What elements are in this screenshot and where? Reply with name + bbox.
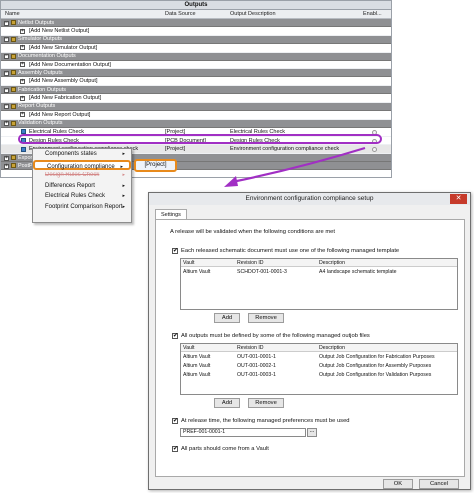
close-icon[interactable]: ✕ [450,194,467,204]
outjob-table: Vault Revision ID Description Altium Vault… [180,343,458,395]
template-label: Each released schematic document must us… [181,248,400,254]
table-row[interactable]: Altium Vault OUT-001-0001-1 Output Job Con… [181,353,457,361]
cancel-button[interactable]: Cancel [419,479,459,489]
template-checkbox[interactable]: ✔ [172,248,178,254]
remove-template-button[interactable]: Remove [248,313,284,323]
outjob-label: All outputs must be defined by some of t… [181,333,370,339]
compliance-setup-dialog: Environment configuration compliance set… [148,192,471,490]
preferences-checkbox[interactable]: ✔ [172,418,178,424]
table-row[interactable]: Altium Vault SCHDOT-001-0001-3 A4 landscap… [181,268,457,276]
vault-parts-checkbox[interactable]: ✔ [172,446,178,452]
tab-settings[interactable]: Settings [155,209,187,219]
add-template-button[interactable]: Add [214,313,240,323]
browse-button[interactable]: ... [307,428,317,437]
ok-button[interactable]: OK [383,479,413,489]
remove-outjob-button[interactable]: Remove [248,398,284,408]
dialog-title-bar: Environment configuration compliance set… [149,193,470,205]
table-row[interactable]: Altium Vault OUT-001-0002-1 Output Job Con… [181,362,457,370]
dialog-title: Environment configuration compliance set… [245,195,374,202]
vault-parts-label: All parts should come from a Vault [181,446,269,452]
template-table: Vault Revision ID Description Altium Vault… [180,258,458,310]
preferences-field[interactable]: PREF-001-0001-1 [180,428,306,437]
intro-text: A release will be validated when the fol… [170,229,335,235]
add-outjob-button[interactable]: Add [214,398,240,408]
settings-panel: A release will be validated when the fol… [155,219,465,477]
table-row[interactable]: Altium Vault OUT-001-0003-1 Output Job Con… [181,371,457,379]
preferences-label: At release time, the following managed p… [181,418,350,424]
outjob-checkbox[interactable]: ✔ [172,333,178,339]
